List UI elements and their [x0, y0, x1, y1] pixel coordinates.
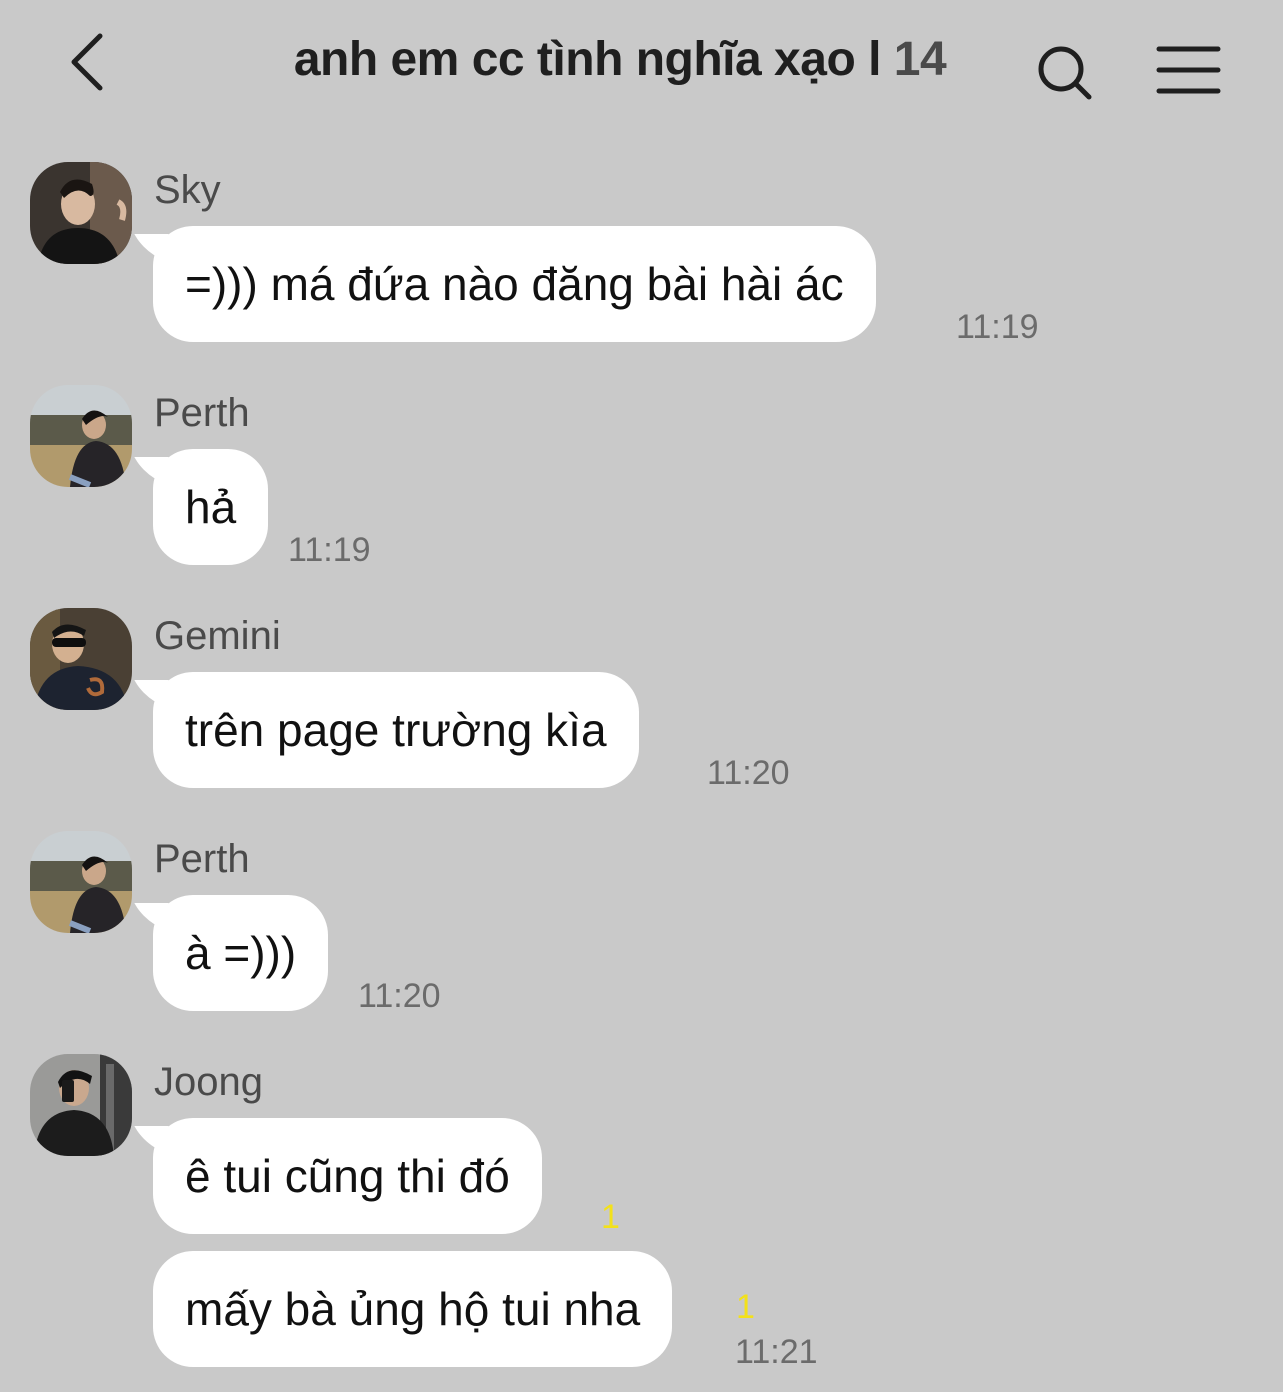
back-button[interactable]	[58, 22, 128, 102]
message-bubble[interactable]: mấy bà ủng hộ tui nha	[153, 1251, 673, 1367]
search-button[interactable]	[1030, 38, 1100, 108]
sender-name: Perth	[154, 837, 250, 881]
message-time: 11:19	[288, 531, 371, 569]
menu-button[interactable]	[1150, 38, 1230, 108]
chat-title[interactable]: anh em cc tình nghĩa xạo l 14	[250, 32, 990, 87]
hamburger-menu-icon	[1156, 46, 1221, 94]
message-bubble[interactable]: =))) má đứa nào đăng bài hài ác	[153, 226, 876, 342]
message-bubble[interactable]: ê tui cũng thi đó	[153, 1118, 542, 1234]
message-bubble[interactable]: hả	[153, 449, 269, 565]
sender-name: Gemini	[154, 614, 281, 658]
sender-name: Joong	[154, 1060, 263, 1104]
avatar[interactable]	[30, 608, 132, 710]
sender-name: Perth	[154, 391, 250, 435]
member-count: 14	[893, 33, 947, 86]
message-time: 11:20	[707, 754, 790, 792]
chevron-left-icon	[71, 33, 103, 91]
message-bubble[interactable]: à =)))	[153, 895, 329, 1011]
avatar[interactable]	[30, 831, 132, 933]
sender-name: Sky	[154, 168, 221, 212]
message-time: 11:21	[735, 1333, 818, 1371]
search-icon	[1038, 46, 1092, 100]
group-name: anh em cc tình nghĩa xạo l	[293, 33, 882, 86]
message-time: 11:19	[956, 308, 1039, 346]
message-time: 11:20	[358, 977, 441, 1015]
avatar[interactable]	[30, 385, 132, 487]
message-bubble[interactable]: trên page trường kìa	[153, 672, 639, 788]
avatar[interactable]	[30, 1054, 132, 1156]
chat-header: anh em cc tình nghĩa xạo l 14	[0, 0, 1283, 130]
unread-count: 1	[736, 1288, 755, 1326]
avatar[interactable]	[30, 162, 132, 264]
unread-count: 1	[601, 1198, 620, 1236]
